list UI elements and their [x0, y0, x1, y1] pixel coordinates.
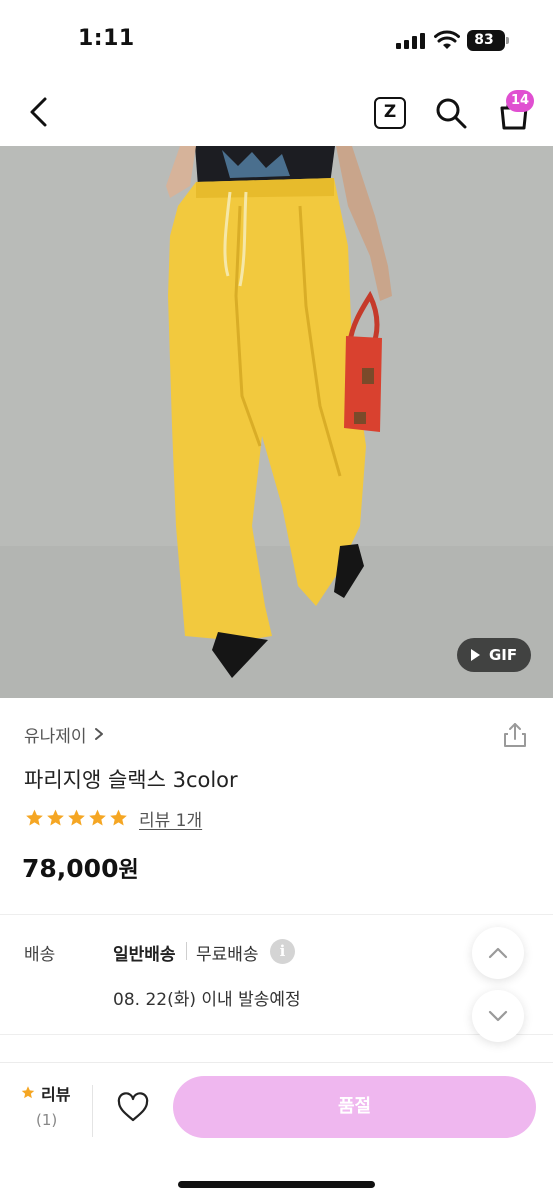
chevron-down-icon [488, 1010, 508, 1022]
price: 78,000원 [22, 852, 139, 884]
shipping-date: 08. 22(화) 이내 발송예정 [113, 990, 301, 1010]
status-bar: 1:11 83 [0, 0, 553, 80]
zigzag-home-button[interactable]: Z [374, 97, 406, 129]
star-icon [110, 809, 127, 826]
chevron-right-icon [94, 728, 103, 740]
scroll-up-button[interactable] [472, 927, 524, 979]
price-value: 78,000 [22, 854, 119, 883]
product-title: 파리지앵 슬랙스 3color [24, 768, 238, 792]
shipping-label: 배송 [24, 945, 56, 965]
star-icon [26, 809, 43, 826]
chevron-up-icon [488, 947, 508, 959]
chevron-left-icon[interactable] [22, 94, 58, 130]
star-icon [68, 809, 85, 826]
battery-level: 83 [474, 32, 494, 48]
rating-stars [24, 808, 129, 828]
status-time: 1:11 [78, 26, 135, 51]
heart-icon[interactable] [116, 1091, 150, 1123]
shipping-type: 일반배송 [113, 945, 176, 965]
brand-link[interactable]: 유나제이 [24, 720, 105, 748]
play-icon [471, 649, 480, 661]
review-link[interactable]: 리뷰 1개 [139, 806, 202, 831]
section-divider [0, 1034, 553, 1035]
wifi-icon [434, 30, 460, 49]
home-indicator [178, 1181, 375, 1188]
section-divider [0, 914, 553, 915]
star-icon [21, 1086, 35, 1099]
nav-bar: Z [0, 80, 553, 146]
gif-label: GIF [489, 646, 518, 664]
scroll-down-button[interactable] [472, 990, 524, 1042]
brand-name: 유나제이 [24, 726, 87, 747]
shipping-separator [186, 942, 187, 960]
rating-row: 리뷰 1개 [24, 806, 202, 831]
battery-indicator: 83 [467, 30, 509, 51]
review-summary-button[interactable]: 리뷰 (1) [16, 1079, 82, 1137]
star-icon [47, 809, 64, 826]
cart-count-badge: 14 [506, 90, 534, 112]
review-label: 리뷰 [41, 1085, 71, 1104]
bottom-action-bar: 리뷰 (1) 품절 [0, 1062, 553, 1200]
cellular-signal-icon [396, 33, 425, 49]
product-photo [0, 146, 553, 698]
product-image[interactable] [0, 146, 553, 698]
star-icon [89, 809, 106, 826]
battery-cap [506, 37, 509, 44]
shipping-fee: 무료배송 [196, 945, 259, 965]
soldout-button[interactable]: 품절 [173, 1076, 536, 1138]
info-icon[interactable]: i [270, 939, 295, 964]
review-count: (1) [36, 1111, 58, 1129]
share-icon[interactable] [500, 720, 530, 750]
search-icon[interactable] [434, 96, 468, 130]
gif-play-button[interactable]: GIF [457, 638, 531, 672]
price-unit: 원 [118, 858, 139, 883]
bar-divider [92, 1085, 93, 1137]
